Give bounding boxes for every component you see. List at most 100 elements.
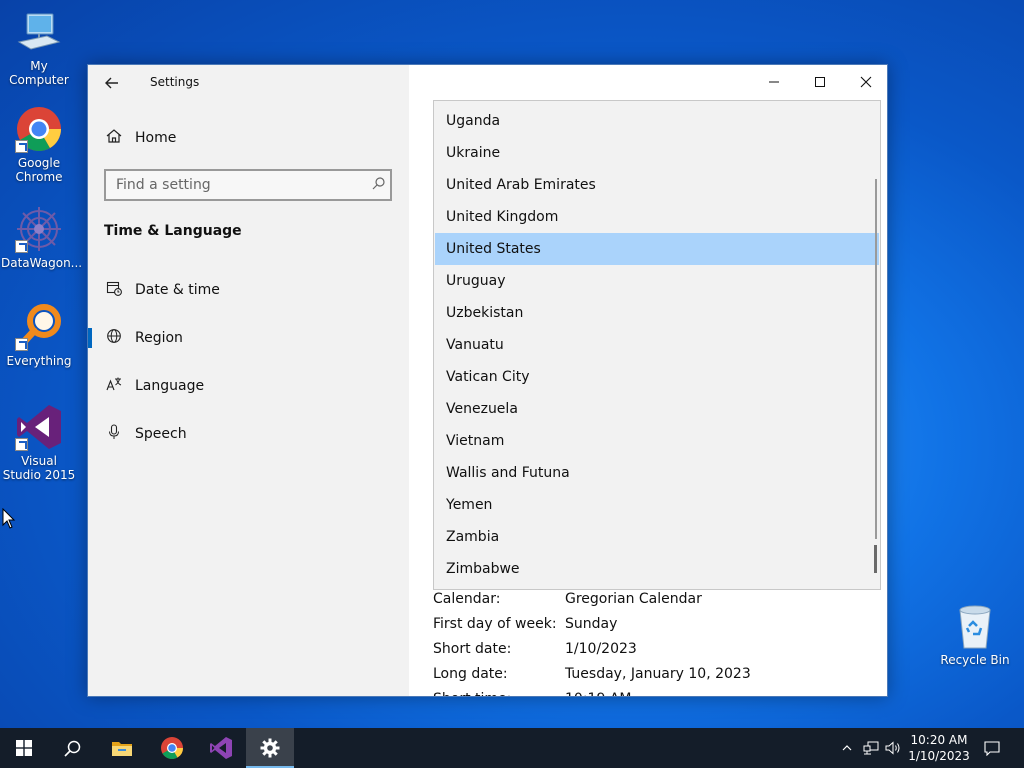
country-option[interactable]: Vanuatu bbox=[435, 329, 879, 361]
country-option[interactable]: Zambia bbox=[435, 521, 879, 553]
desktop-icon-label: Recycle Bin bbox=[940, 653, 1010, 667]
nav-home[interactable]: Home bbox=[88, 118, 409, 158]
desktop-icon-label: Everything bbox=[6, 354, 72, 368]
desktop-icon-everything[interactable]: Everything bbox=[1, 303, 77, 368]
chevron-up-icon bbox=[842, 745, 852, 751]
shortcut-arrow-icon bbox=[15, 438, 28, 451]
format-key: Long date: bbox=[433, 666, 508, 682]
scrollbar-thumb[interactable] bbox=[874, 545, 877, 573]
sidebar-item-speech[interactable]: Speech bbox=[88, 414, 409, 454]
show-hidden-icons-button[interactable] bbox=[838, 728, 856, 768]
visual-studio-icon bbox=[210, 737, 232, 759]
minimize-icon bbox=[769, 81, 779, 83]
folder-icon bbox=[112, 742, 132, 756]
format-key: First day of week: bbox=[433, 616, 557, 632]
windows-logo-icon bbox=[16, 740, 32, 756]
clock-date: 1/10/2023 bbox=[908, 749, 970, 763]
recycle-bin-icon bbox=[951, 602, 999, 650]
network-icon bbox=[863, 741, 879, 755]
language-icon bbox=[104, 376, 124, 396]
nav-home-label: Home bbox=[135, 130, 177, 146]
desktop-icon-label: Google Chrome bbox=[15, 156, 63, 184]
country-option[interactable]: Vietnam bbox=[435, 425, 879, 457]
country-option-selected[interactable]: United States bbox=[435, 233, 879, 265]
desktop-icon-datawagon[interactable]: DataWagon... bbox=[1, 205, 83, 270]
computer-icon bbox=[15, 8, 63, 56]
country-option[interactable]: United Arab Emirates bbox=[435, 169, 879, 201]
sidebar-item-label: Speech bbox=[135, 426, 187, 442]
section-title: Time & Language bbox=[104, 223, 242, 239]
search-icon bbox=[63, 740, 80, 757]
microphone-icon bbox=[104, 424, 124, 444]
gear-icon bbox=[260, 738, 280, 758]
search-input[interactable]: Find a setting bbox=[104, 169, 392, 201]
calendar-clock-icon bbox=[104, 280, 124, 300]
settings-window: Settings Home Find a setting Time & Lang… bbox=[87, 64, 888, 697]
sidebar-item-label: Language bbox=[135, 378, 205, 394]
desktop-icon-my-computer[interactable]: My Computer bbox=[1, 8, 77, 87]
speaker-icon bbox=[885, 741, 900, 755]
search-taskbar-button[interactable] bbox=[48, 728, 96, 768]
country-option[interactable]: Venezuela bbox=[435, 393, 879, 425]
start-button[interactable] bbox=[0, 728, 48, 768]
taskbar: 10:20 AM 1/10/2023 bbox=[0, 728, 1024, 768]
close-icon bbox=[860, 76, 872, 88]
close-button[interactable] bbox=[843, 65, 887, 99]
search-placeholder: Find a setting bbox=[116, 177, 211, 193]
country-option[interactable]: Uruguay bbox=[435, 265, 879, 297]
format-value: 10:19 AM bbox=[565, 689, 631, 696]
country-dropdown-list[interactable]: Uganda Ukraine United Arab Emirates Unit… bbox=[433, 100, 881, 590]
shortcut-arrow-icon bbox=[15, 338, 28, 351]
minimize-button[interactable] bbox=[751, 65, 797, 99]
taskbar-clock[interactable]: 10:20 AM 1/10/2023 bbox=[904, 732, 974, 764]
home-icon bbox=[104, 128, 124, 148]
window-title: Settings bbox=[150, 75, 200, 89]
format-value: Tuesday, January 10, 2023 bbox=[565, 666, 751, 682]
chrome-taskbar-button[interactable] bbox=[148, 728, 196, 768]
country-option[interactable]: United Kingdom bbox=[435, 201, 879, 233]
desktop-icon-label: My Computer bbox=[9, 59, 69, 87]
country-option[interactable]: Zimbabwe bbox=[435, 553, 879, 585]
scrollbar-thumb-line[interactable] bbox=[875, 179, 877, 539]
desktop-icon-recycle-bin[interactable]: Recycle Bin bbox=[937, 602, 1013, 667]
clock-time: 10:20 AM bbox=[910, 733, 968, 747]
maximize-icon bbox=[815, 77, 825, 87]
format-key: Short time: bbox=[433, 689, 565, 696]
chrome-icon bbox=[161, 737, 183, 759]
settings-taskbar-button[interactable] bbox=[246, 728, 294, 768]
sidebar-item-label: Region bbox=[135, 330, 183, 346]
volume-tray-button[interactable] bbox=[883, 728, 903, 768]
sidebar-item-date-time[interactable]: Date & time bbox=[88, 270, 409, 310]
country-option[interactable]: Wallis and Futuna bbox=[435, 457, 879, 489]
desktop-icon-label: Visual Studio 2015 bbox=[2, 454, 76, 482]
format-key: Calendar: bbox=[433, 591, 501, 607]
sidebar-item-region[interactable]: Region bbox=[88, 318, 409, 358]
desktop-icon-label: DataWagon... bbox=[1, 256, 83, 270]
country-option[interactable]: Vatican City bbox=[435, 361, 879, 393]
country-option[interactable]: Uganda bbox=[435, 105, 879, 137]
format-value: Sunday bbox=[565, 616, 618, 632]
country-option[interactable]: Uzbekistan bbox=[435, 297, 879, 329]
visual-studio-taskbar-button[interactable] bbox=[197, 728, 245, 768]
search-icon bbox=[366, 176, 390, 194]
network-tray-button[interactable] bbox=[860, 728, 882, 768]
notifications-button[interactable] bbox=[978, 728, 1006, 768]
desktop-icon-visual-studio[interactable]: Visual Studio 2015 bbox=[1, 403, 77, 482]
visual-studio-icon bbox=[15, 403, 63, 451]
sidebar-item-language[interactable]: Language bbox=[88, 366, 409, 406]
globe-icon bbox=[104, 328, 124, 348]
notification-icon bbox=[984, 741, 1000, 756]
file-explorer-button[interactable] bbox=[98, 728, 146, 768]
mouse-cursor-icon bbox=[2, 508, 16, 529]
back-button[interactable] bbox=[100, 71, 124, 95]
maximize-button[interactable] bbox=[797, 65, 843, 99]
datawagon-icon bbox=[15, 205, 63, 253]
back-arrow-icon bbox=[105, 77, 118, 89]
desktop-icon-google-chrome[interactable]: Google Chrome bbox=[1, 105, 77, 184]
dropdown-scrollbar[interactable] bbox=[874, 101, 880, 589]
country-option[interactable]: Yemen bbox=[435, 489, 879, 521]
country-option[interactable]: Ukraine bbox=[435, 137, 879, 169]
everything-search-icon bbox=[15, 303, 63, 351]
chrome-icon bbox=[15, 105, 63, 153]
format-value: 1/10/2023 bbox=[565, 641, 637, 657]
